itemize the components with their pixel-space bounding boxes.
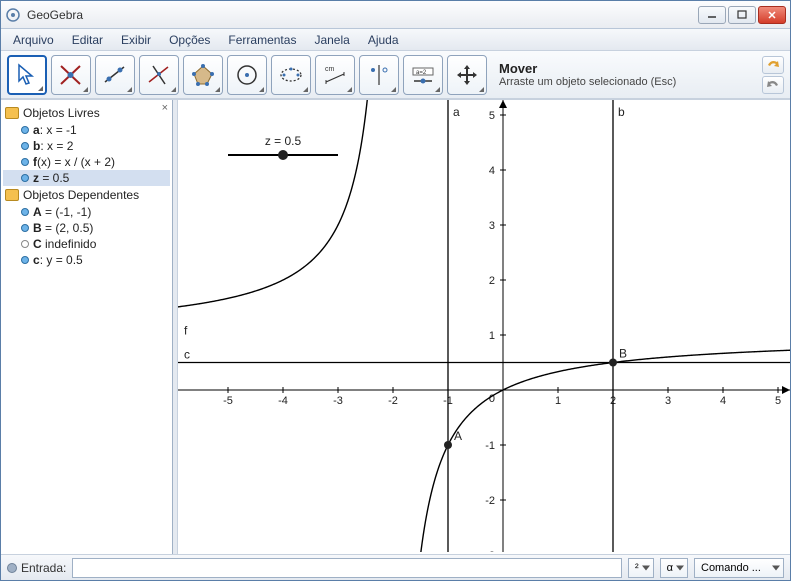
svg-text:-2: -2 — [388, 395, 398, 407]
algebra-view[interactable]: × Objetos Livres a: x = -1 b: x = 2 f(x) = … — [1, 100, 173, 554]
visibility-dot-icon[interactable] — [21, 174, 29, 182]
tool-transform[interactable] — [359, 55, 399, 95]
svg-text:f: f — [184, 324, 188, 338]
tool-polygon[interactable] — [183, 55, 223, 95]
item-label: f(x) = x / (x + 2) — [33, 155, 115, 169]
visibility-dot-icon[interactable] — [21, 208, 29, 216]
group-label: Objetos Livres — [23, 106, 100, 120]
folder-icon — [5, 189, 19, 201]
tool-point[interactable] — [51, 55, 91, 95]
item-label: C indefinido — [33, 237, 96, 251]
svg-text:z = 0.5: z = 0.5 — [265, 134, 302, 148]
tool-line[interactable] — [95, 55, 135, 95]
app-window: GeoGebra Arquivo Editar Exibir Opções Fe… — [0, 0, 791, 581]
group-label: Objetos Dependentes — [23, 188, 139, 202]
svg-text:3: 3 — [489, 220, 495, 232]
titlebar: GeoGebra — [1, 1, 790, 29]
tool-perpendicular[interactable] — [139, 55, 179, 95]
menu-editar[interactable]: Editar — [64, 31, 111, 49]
menubar: Arquivo Editar Exibir Opções Ferramentas… — [1, 29, 790, 51]
svg-text:4: 4 — [489, 165, 495, 177]
undo-button[interactable] — [762, 56, 784, 74]
svg-text:3: 3 — [665, 395, 671, 407]
visibility-dot-icon[interactable] — [21, 126, 29, 134]
tool-hint: Arraste um objeto selecionado (Esc) — [499, 76, 758, 88]
toolbar: cm a=2 Mover Arraste um objeto seleciona… — [1, 51, 790, 99]
visibility-dot-icon[interactable] — [21, 224, 29, 232]
svg-text:-3: -3 — [485, 550, 495, 552]
tool-conic[interactable] — [271, 55, 311, 95]
svg-text:cm: cm — [325, 66, 335, 73]
svg-text:1: 1 — [489, 330, 495, 342]
menu-opcoes[interactable]: Opções — [161, 31, 218, 49]
svg-text:5: 5 — [775, 395, 781, 407]
tree-item-b[interactable]: b: x = 2 — [3, 138, 170, 154]
maximize-button[interactable] — [728, 6, 756, 24]
folder-icon — [5, 107, 19, 119]
app-icon — [5, 7, 21, 23]
svg-text:a=2: a=2 — [416, 70, 427, 76]
tree-group[interactable]: Objetos Dependentes — [3, 186, 170, 204]
svg-text:A: A — [454, 429, 462, 443]
tool-name: Mover — [499, 61, 758, 76]
svg-text:1: 1 — [555, 395, 561, 407]
tree-item-B[interactable]: B = (2, 0.5) — [3, 220, 170, 236]
redo-button[interactable] — [762, 76, 784, 94]
visibility-dot-icon[interactable] — [21, 256, 29, 264]
svg-text:b: b — [618, 105, 625, 119]
tool-move-view[interactable] — [447, 55, 487, 95]
input-field[interactable] — [72, 558, 622, 578]
menu-janela[interactable]: Janela — [306, 31, 357, 49]
input-bar: Entrada: ² α Comando ... — [1, 554, 790, 580]
item-label: a: x = -1 — [33, 123, 77, 137]
visibility-dot-icon[interactable] — [21, 240, 29, 248]
symbol-dropdown-2[interactable]: α — [660, 558, 688, 578]
svg-text:-4: -4 — [278, 395, 288, 407]
svg-text:c: c — [184, 348, 190, 362]
svg-text:-5: -5 — [223, 395, 233, 407]
command-dropdown[interactable]: Comando ... — [694, 558, 784, 578]
item-label: B = (2, 0.5) — [33, 221, 93, 235]
svg-text:4: 4 — [720, 395, 726, 407]
item-label: b: x = 2 — [33, 139, 73, 153]
tree-item-f[interactable]: f(x) = x / (x + 2) — [3, 154, 170, 170]
menu-exibir[interactable]: Exibir — [113, 31, 159, 49]
visibility-dot-icon[interactable] — [21, 142, 29, 150]
tree-item-c[interactable]: c: y = 0.5 — [3, 252, 170, 268]
bullet-icon — [7, 563, 17, 573]
menu-ferramentas[interactable]: Ferramentas — [220, 31, 304, 49]
svg-text:2: 2 — [489, 275, 495, 287]
minimize-button[interactable] — [698, 6, 726, 24]
menu-ajuda[interactable]: Ajuda — [360, 31, 407, 49]
tool-move[interactable] — [7, 55, 47, 95]
tree-item-a[interactable]: a: x = -1 — [3, 122, 170, 138]
tool-circle[interactable] — [227, 55, 267, 95]
panel-close-icon[interactable]: × — [162, 102, 168, 114]
tool-measure[interactable]: cm — [315, 55, 355, 95]
svg-text:-2: -2 — [485, 495, 495, 507]
tree-group[interactable]: Objetos Livres — [3, 104, 170, 122]
svg-text:5: 5 — [489, 110, 495, 122]
tool-slider[interactable]: a=2 — [403, 55, 443, 95]
menu-arquivo[interactable]: Arquivo — [5, 31, 62, 49]
object-tree: Objetos Livres a: x = -1 b: x = 2 f(x) = x … — [1, 100, 172, 272]
tree-item-C[interactable]: C indefinido — [3, 236, 170, 252]
item-label: A = (-1, -1) — [33, 205, 91, 219]
graphics-view[interactable]: -5-4-3-2-112345-3-2-1123450abcfABz = 0.5 — [178, 100, 790, 554]
visibility-dot-icon[interactable] — [21, 158, 29, 166]
svg-text:-1: -1 — [485, 440, 495, 452]
item-label: c: y = 0.5 — [33, 253, 83, 267]
svg-text:B: B — [619, 347, 627, 361]
symbol-dropdown-1[interactable]: ² — [628, 558, 654, 578]
svg-text:-3: -3 — [333, 395, 343, 407]
close-button[interactable] — [758, 6, 786, 24]
input-label: Entrada: — [7, 561, 66, 575]
window-title: GeoGebra — [27, 8, 698, 22]
main-area: × Objetos Livres a: x = -1 b: x = 2 f(x) = … — [1, 99, 790, 554]
item-label: z = 0.5 — [33, 171, 69, 185]
tree-item-z[interactable]: z = 0.5 — [3, 170, 170, 186]
svg-text:a: a — [453, 105, 460, 119]
tree-item-A[interactable]: A = (-1, -1) — [3, 204, 170, 220]
tool-info: Mover Arraste um objeto selecionado (Esc… — [499, 61, 758, 88]
